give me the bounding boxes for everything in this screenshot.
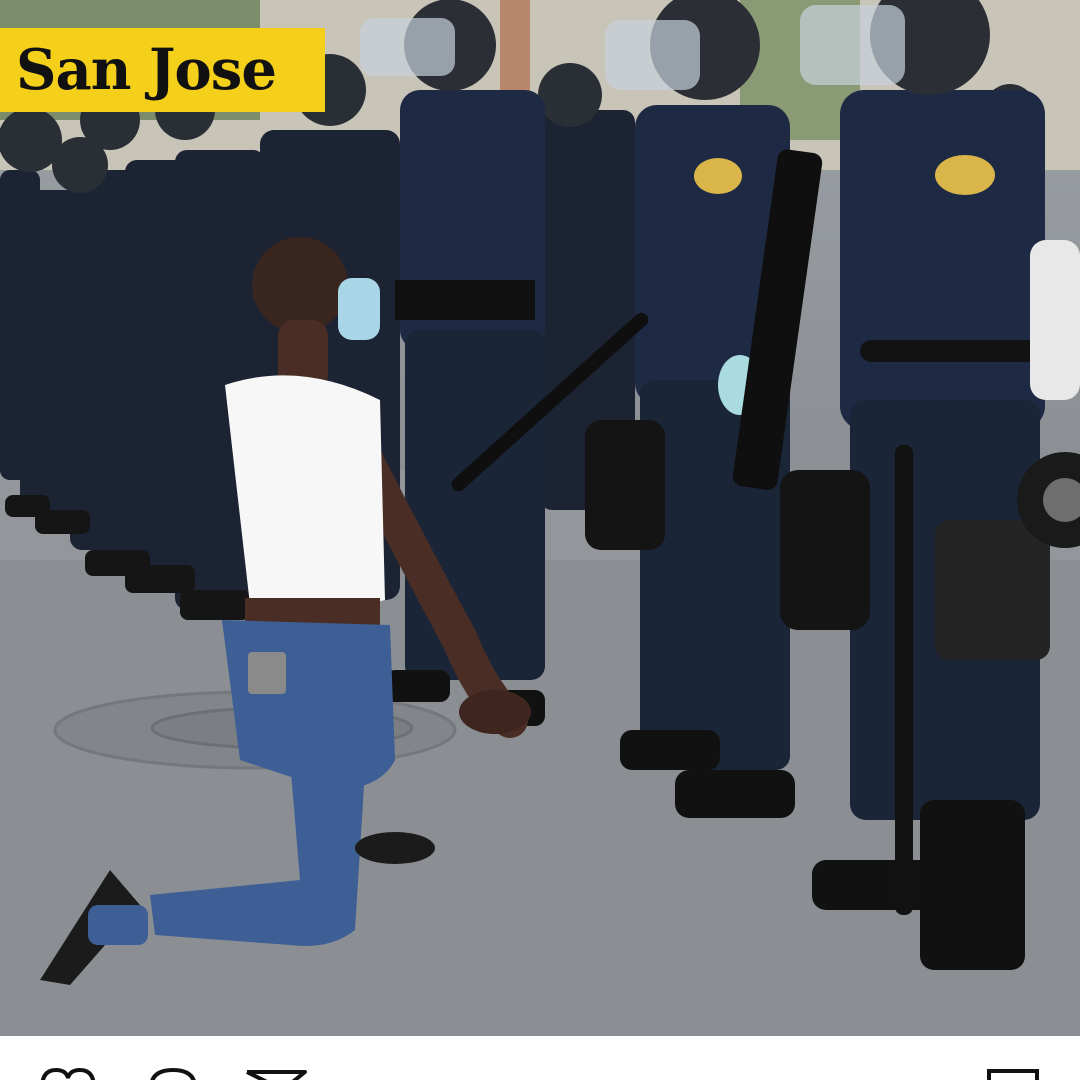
instagram-post: San Jose: [0, 0, 1080, 1080]
share-icon[interactable]: [245, 1068, 307, 1080]
post-action-bar: [0, 1036, 1080, 1080]
heart-icon[interactable]: [38, 1068, 98, 1080]
location-tag: San Jose: [0, 28, 325, 112]
bookmark-icon[interactable]: [986, 1068, 1040, 1080]
location-tag-text: San Jose: [16, 37, 277, 103]
comment-icon[interactable]: [148, 1068, 198, 1080]
protest-photo-illustration: [0, 0, 1080, 1036]
post-photo[interactable]: San Jose: [0, 0, 1080, 1036]
